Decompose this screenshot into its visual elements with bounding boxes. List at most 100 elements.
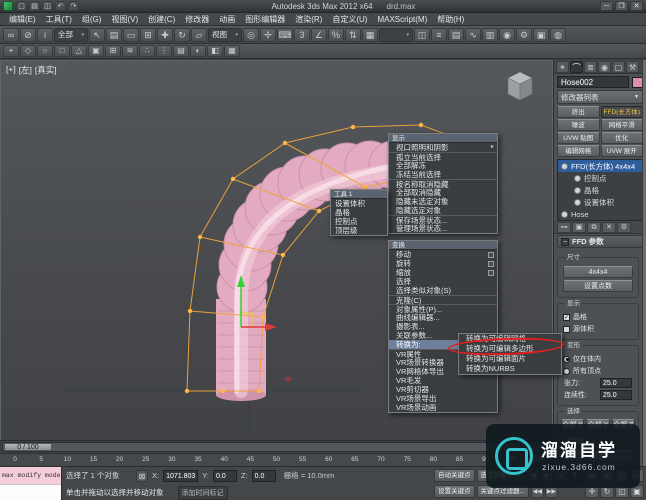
menu-item[interactable]: VR毛发 xyxy=(389,376,497,385)
modifier-list-dropdown[interactable]: 修改器列表 ▼ xyxy=(557,90,643,104)
bind-to-space-warp-icon[interactable]: ≀ xyxy=(37,28,53,42)
menu-item[interactable]: 摄影表... xyxy=(389,322,497,331)
rendered-frame-icon[interactable]: ▣ xyxy=(533,28,549,42)
tab-hierarchy[interactable]: ≣ xyxy=(584,61,597,73)
menu-item[interactable]: VR剪切器 xyxy=(389,385,497,394)
menu-item[interactable]: 隐藏未选定对象 xyxy=(389,197,497,206)
selection-filter-dropdown[interactable]: 全部▾ xyxy=(54,28,88,42)
menu-item[interactable]: 视口照明和阴影▸ xyxy=(389,143,497,152)
menu-item[interactable]: 旋转 xyxy=(389,259,497,268)
toolbar2-icon[interactable]: ▤ xyxy=(173,45,189,57)
auto-key-button[interactable]: 自动关键点 xyxy=(434,469,475,482)
redo-icon[interactable]: ↷ xyxy=(68,1,79,11)
modifier-button[interactable]: 网格平滑 xyxy=(601,119,644,131)
stack-item[interactable]: 晶格 xyxy=(558,184,642,196)
toolbar2-icon[interactable]: ∴ xyxy=(139,45,155,57)
menubar-item[interactable]: 渲染(R) xyxy=(290,13,327,26)
menu-item[interactable]: 顶层级 xyxy=(331,226,387,235)
object-name-field[interactable]: Hose002 xyxy=(557,76,629,88)
time-slider-track[interactable]: 0 / 100 xyxy=(2,442,551,452)
toolbar2-icon[interactable]: ⊞ xyxy=(105,45,121,57)
menubar-item[interactable]: 图形编辑器 xyxy=(240,13,290,26)
configure-modifier-sets-icon[interactable]: ⚙ xyxy=(617,222,631,233)
toolbar2-icon[interactable]: ▣ xyxy=(88,45,104,57)
align-icon[interactable]: ≡ xyxy=(431,28,447,42)
menubar-item[interactable]: 动画 xyxy=(214,13,240,26)
use-pivot-center-icon[interactable]: ◎ xyxy=(243,28,259,42)
minimize-button[interactable]: ─ xyxy=(600,1,613,11)
menu-item[interactable]: 移动 xyxy=(389,250,497,259)
lattice-checkbox[interactable]: ✓ 晶格 xyxy=(563,312,633,322)
timeline-tick[interactable]: 10 xyxy=(54,454,80,466)
keyboard-override-icon[interactable]: ⌨ xyxy=(277,28,293,42)
visibility-bulb-icon[interactable] xyxy=(561,211,568,218)
undo-icon[interactable]: ↶ xyxy=(55,1,66,11)
timeline-tick[interactable]: 75 xyxy=(394,454,420,466)
maximize-button[interactable]: ❐ xyxy=(615,1,628,11)
toolbar2-icon[interactable]: □ xyxy=(54,45,70,57)
snap-3d-toggle-icon[interactable]: 3 xyxy=(294,28,310,42)
viewport-menu-general[interactable]: [+] xyxy=(6,64,16,76)
reference-coordinate-dropdown[interactable]: 视图▾ xyxy=(208,28,242,42)
rectangular-selection-icon[interactable]: ▭ xyxy=(123,28,139,42)
select-and-link-icon[interactable]: ∞ xyxy=(3,28,19,42)
timeline-tick[interactable]: 65 xyxy=(342,454,368,466)
make-unique-icon[interactable]: ⧉ xyxy=(587,222,601,233)
stack-item[interactable]: 设置体积 xyxy=(558,196,642,208)
set-number-of-points-button[interactable]: 设置点数 xyxy=(563,280,633,292)
select-and-scale-icon[interactable]: ▱ xyxy=(191,28,207,42)
show-end-result-icon[interactable]: ▣ xyxy=(572,222,586,233)
render-production-icon[interactable]: ◍ xyxy=(550,28,566,42)
menu-item[interactable]: VR场景导出 xyxy=(389,394,497,403)
toolbar2-icon[interactable]: ◇ xyxy=(20,45,36,57)
time-slider-handle[interactable]: 0 / 100 xyxy=(4,443,52,451)
modifier-button[interactable]: 优化 xyxy=(601,132,644,144)
tab-create[interactable]: ✶ xyxy=(556,61,569,73)
modifier-button[interactable]: 挤出 xyxy=(557,106,600,118)
toolbar2-icon[interactable]: ≋ xyxy=(122,45,138,57)
only-in-volume-radio[interactable]: 仅在体内 xyxy=(563,354,633,364)
toolbar2-icon[interactable]: ▦ xyxy=(224,45,240,57)
menu-item[interactable]: 全部取消隐藏 xyxy=(389,188,497,197)
timeline-tick[interactable]: 70 xyxy=(368,454,394,466)
render-setup-icon[interactable]: ⚙ xyxy=(516,28,532,42)
viewport-menu-view[interactable]: [左] xyxy=(19,64,32,76)
menubar-item[interactable]: 视图(V) xyxy=(106,13,143,26)
visibility-bulb-icon[interactable] xyxy=(574,199,581,206)
new-scene-icon[interactable]: ▢ xyxy=(16,1,27,11)
track-bar[interactable]: 0510152025303540455055606570758085909510… xyxy=(0,453,553,466)
settings-box-icon[interactable] xyxy=(488,252,494,258)
timeline-tick[interactable]: 25 xyxy=(133,454,159,466)
modifier-button[interactable]: UVW 展开 xyxy=(601,145,644,157)
timeline-tick[interactable]: 55 xyxy=(290,454,316,466)
menu-item[interactable]: 孤立当前选择 xyxy=(389,152,497,161)
listener-line[interactable] xyxy=(0,484,61,500)
menu-item[interactable]: 选择类似对象(S) xyxy=(389,286,497,295)
save-file-icon[interactable]: ◫ xyxy=(42,1,53,11)
stack-item[interactable]: Hose xyxy=(558,208,642,220)
schematic-view-icon[interactable]: ▥ xyxy=(482,28,498,42)
tension-field[interactable]: 25.0 xyxy=(600,378,632,388)
visibility-bulb-icon[interactable] xyxy=(574,175,581,182)
continuity-field[interactable]: 25.0 xyxy=(600,390,632,400)
modifier-button[interactable]: FFD(长方体) xyxy=(601,106,644,118)
add-time-tag[interactable]: 添加时间标记 xyxy=(178,486,228,500)
toolbar2-icon[interactable]: ◐ xyxy=(190,45,206,57)
select-and-rotate-icon[interactable]: ↻ xyxy=(174,28,190,42)
edit-named-selection-icon[interactable]: ▦ xyxy=(362,28,378,42)
modifier-button[interactable]: 噪波 xyxy=(557,119,600,131)
timeline-tick[interactable]: 60 xyxy=(316,454,342,466)
open-file-icon[interactable]: ▤ xyxy=(29,1,40,11)
menubar-item[interactable]: 修改器 xyxy=(180,13,214,26)
select-object-icon[interactable]: ↖ xyxy=(89,28,105,42)
maxscript-mini-listener[interactable]: max modify mode xyxy=(0,467,62,500)
modifier-button[interactable]: 编辑网格 xyxy=(557,145,600,157)
select-and-move-icon[interactable]: ✚ xyxy=(157,28,173,42)
dimensions-button[interactable]: 4x4x4 xyxy=(563,266,633,278)
settings-box-icon[interactable] xyxy=(488,261,494,267)
timeline-tick[interactable]: 45 xyxy=(237,454,263,466)
toolbar2-icon[interactable]: ○ xyxy=(37,45,53,57)
spinner-snap-icon[interactable]: ⇅ xyxy=(345,28,361,42)
remove-modifier-icon[interactable]: ✕ xyxy=(602,222,616,233)
timeline-tick[interactable]: 85 xyxy=(446,454,472,466)
